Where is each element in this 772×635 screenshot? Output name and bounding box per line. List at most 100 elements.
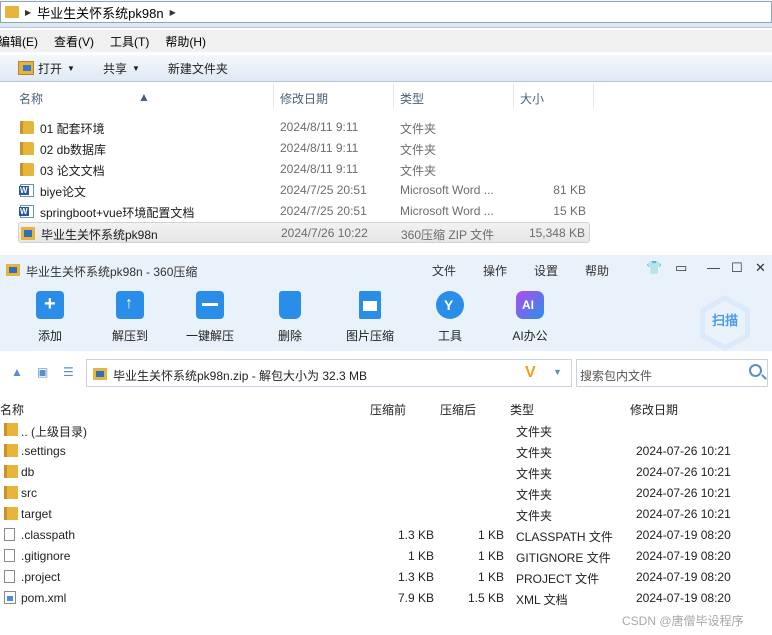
archive-row[interactable]: db 文件夹 2024-07-26 10:21 [0,462,772,483]
archive-entry-name: pom.xml [21,591,67,605]
tools-icon [436,291,464,319]
breadcrumb-arrow-icon[interactable]: ▶ [170,8,176,17]
folder-icon [4,423,18,436]
add-button[interactable]: 添加 [10,291,90,344]
archive-path-text: 毕业生关怀系统pk98n.zip - 解包大小为 32.3 MB [113,369,368,383]
archive-row[interactable]: target 文件夹 2024-07-26 10:21 [0,504,772,525]
archive-row[interactable]: .gitignore 1 KB 1 KB GITIGNORE 文件 2024-07-19… [0,546,772,567]
list-view-icon[interactable]: ☰ [63,365,74,379]
feedback-icon[interactable]: ▭ [675,260,687,276]
image-compress-label: 图片压缩 [345,329,394,343]
folder-icon [20,142,34,155]
image-compress-button[interactable]: 图片压缩 [330,291,410,344]
skin-icon[interactable]: 👕 [646,260,662,276]
tools-label: 工具 [437,329,462,343]
one-click-extract-button[interactable]: 一键解压 [170,291,250,344]
zip-menu-settings[interactable]: 设置 [534,262,558,279]
zip-menu-help[interactable]: 帮助 [585,262,609,279]
maximize-button[interactable]: ☐ [731,260,743,276]
menu-view[interactable]: 查看(V) [54,33,94,50]
column-name[interactable]: 名称 [19,90,43,107]
up-arrow-icon[interactable]: ▲ [11,365,23,379]
thumbnail-view-icon[interactable]: ▣ [37,365,48,379]
column-type[interactable]: 类型 [400,90,424,107]
ai-office-label: AI办公 [512,329,548,343]
file-row[interactable]: 01 配套环境 2024/8/11 9:11 文件夹 [18,117,590,138]
scan-button[interactable]: 扫描 [700,295,750,351]
zip-column-name[interactable]: 名称 [0,401,24,418]
breadcrumb-current[interactable]: 毕业生关怀系统pk98n [37,3,163,22]
delete-button[interactable]: 删除 [250,291,330,344]
archive-entry-date: 2024-07-26 10:21 [636,486,731,500]
file-type: Microsoft Word ... [400,204,494,218]
menu-tools[interactable]: 工具(T) [110,33,149,50]
tools-button[interactable]: 工具 [410,291,490,344]
archive-entry-date: 2024-07-19 08:20 [636,549,731,563]
file-name: 毕业生关怀系统pk98n [41,228,158,242]
file-name: 02 db数据库 [40,143,107,157]
menu-bar: 编辑(E) 查看(V) 工具(T) 帮助(H) [0,30,772,52]
archive-entry-name: target [21,507,52,521]
chevron-down-icon[interactable]: ▼ [553,367,562,377]
archive-entry-date: 2024-07-19 08:20 [636,591,731,605]
archive-size-before: 7.9 KB [397,591,434,605]
archive-entry-name: .gitignore [21,549,71,563]
archive-entry-type: 文件夹 [516,488,553,502]
folder-icon [5,6,19,18]
archive-entry-type: 文件夹 [516,467,553,481]
explorer-toolbar: 打开 ▼ 共享 ▼ 新建文件夹 [0,54,772,82]
archive-size-after: 1.5 KB [467,591,504,605]
archive-search-input[interactable]: 搜索包内文件 [576,359,768,387]
extract-to-button[interactable]: 解压到 [90,291,170,344]
vip-icon[interactable]: V [525,364,536,382]
archive-row[interactable]: pom.xml 7.9 KB 1.5 KB XML 文档 2024-07-19 08:2… [0,588,772,609]
new-folder-button[interactable]: 新建文件夹 [168,60,228,77]
share-button[interactable]: 共享 ▼ [103,60,140,77]
file-row[interactable]: 03 论文文档 2024/8/11 9:11 文件夹 [18,159,590,180]
file-row[interactable]: 毕业生关怀系统pk98n 2024/7/26 10:22 360压缩 ZIP 文件 1… [18,222,590,243]
file-row[interactable]: springboot+vue环境配置文档 2024/7/25 20:51 Micro… [18,201,590,222]
menu-edit[interactable]: 编辑(E) [0,33,38,50]
archive-row[interactable]: src 文件夹 2024-07-26 10:21 [0,483,772,504]
column-size[interactable]: 大小 [520,90,544,107]
zip-column-after[interactable]: 压缩后 [440,401,476,418]
archive-row[interactable]: .. (上级目录) 文件夹 [0,420,772,441]
archive-size-before: 1.3 KB [397,528,434,542]
chevron-down-icon: ▼ [131,63,140,73]
archive-row[interactable]: .project 1.3 KB 1 KB PROJECT 文件 2024-07-19 0… [0,567,772,588]
file-size: 15,348 KB [528,226,585,240]
file-row[interactable]: 02 db数据库 2024/8/11 9:11 文件夹 [18,138,590,159]
minimize-button[interactable]: — [707,260,720,275]
column-divider[interactable] [513,84,514,108]
column-divider[interactable] [593,84,594,108]
zip-menu-file[interactable]: 文件 [432,262,456,279]
zip-column-before[interactable]: 压缩前 [370,401,406,418]
open-button[interactable]: 打开 ▼ [18,60,75,77]
close-button[interactable]: ✕ [755,260,766,276]
breadcrumb-arrow-icon[interactable]: ▶ [25,8,31,17]
archive-entry-name: .project [21,570,61,584]
image-compress-icon [359,291,381,319]
ai-office-button[interactable]: AI办公 [490,291,570,344]
file-row[interactable]: biye论文 2024/7/25 20:51 Microsoft Word ... 8… [18,180,590,201]
file-type: 文件夹 [400,164,437,178]
archive-row[interactable]: .classpath 1.3 KB 1 KB CLASSPATH 文件 2024-07-… [0,525,772,546]
search-icon[interactable] [749,364,762,377]
column-date[interactable]: 修改日期 [280,90,328,107]
archive-path-field[interactable]: 毕业生关怀系统pk98n.zip - 解包大小为 32.3 MB V ▼ [86,359,572,387]
archive-entry-date: 2024-07-26 10:21 [636,465,731,479]
zip-column-date[interactable]: 修改日期 [630,401,678,418]
file-size: 15 KB [553,204,586,218]
archive-row[interactable]: .settings 文件夹 2024-07-26 10:21 [0,441,772,462]
archive-entry-type: 文件夹 [516,425,553,439]
file-icon [4,528,15,541]
open-icon [18,61,34,75]
archive-size-after: 1 KB [477,549,504,563]
zip-menu-action[interactable]: 操作 [483,262,507,279]
zip-column-type[interactable]: 类型 [510,401,534,418]
menu-help[interactable]: 帮助(H) [165,33,206,50]
file-name: 03 论文文档 [40,164,105,178]
column-divider[interactable] [273,84,274,108]
column-divider[interactable] [393,84,394,108]
address-box[interactable]: ▶ 毕业生关怀系统pk98n ▶ [0,1,772,23]
